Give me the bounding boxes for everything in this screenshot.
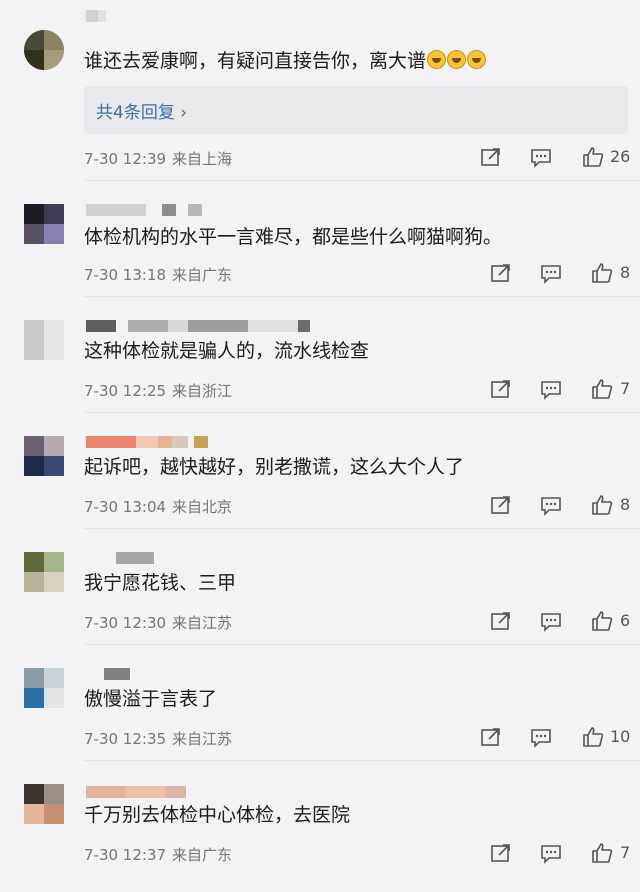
comment-date: 7-30 12:35 — [84, 730, 167, 748]
comment-location: 来自广东 — [172, 266, 233, 284]
share-icon[interactable] — [480, 726, 502, 748]
thumbs-up-icon[interactable] — [591, 610, 613, 632]
share-icon[interactable] — [490, 378, 512, 400]
comment-item: 我宁愿花钱、三甲 7-30 12:30 来自江苏 6 — [0, 528, 640, 645]
comment-meta: 7-30 12:39 来自上海 — [84, 148, 232, 169]
avatar[interactable] — [24, 668, 64, 708]
thumbs-up-icon[interactable] — [591, 378, 613, 400]
comment-meta: 7-30 12:37 来自广东 — [84, 844, 232, 865]
comment-location: 来自江苏 — [172, 730, 233, 748]
comment-date: 7-30 13:04 — [84, 498, 167, 516]
comment-meta: 7-30 12:35 来自江苏 — [84, 728, 232, 749]
comment-text-row: 谁还去爱康啊，有疑问直接告你，离大谱 — [84, 48, 487, 74]
like-count: 7 — [620, 843, 631, 862]
comment-icon[interactable] — [530, 726, 552, 748]
comment-item: 这种体检就是骗人的，流水线检查 7-30 12:25 来自浙江 7 — [0, 296, 640, 413]
laugh-cry-emoji — [447, 50, 467, 69]
avatar[interactable] — [24, 436, 64, 476]
username-blurred[interactable] — [86, 786, 186, 798]
comment-meta: 7-30 12:25 来自浙江 — [84, 380, 232, 401]
username-blurred[interactable] — [86, 204, 202, 216]
thumbs-up-icon[interactable] — [582, 726, 604, 748]
like-count: 26 — [610, 147, 631, 166]
comment-icon[interactable] — [540, 378, 562, 400]
thumbs-up-icon[interactable] — [591, 494, 613, 516]
username-blurred[interactable] — [86, 10, 106, 22]
comment-item: 千万别去体检中心体检，去医院 7-30 12:37 来自广东 7 — [0, 760, 640, 892]
comment-date: 7-30 12:37 — [84, 846, 167, 864]
avatar[interactable] — [24, 784, 64, 824]
thumbs-up-icon[interactable] — [591, 842, 613, 864]
share-icon[interactable] — [490, 842, 512, 864]
comment-text: 这种体检就是骗人的，流水线检查 — [84, 340, 370, 362]
laugh-cry-emoji — [467, 50, 487, 69]
username-blurred[interactable] — [116, 552, 154, 564]
comment-text: 我宁愿花钱、三甲 — [84, 572, 237, 594]
comment-meta: 7-30 13:18 来自广东 — [84, 264, 232, 285]
comment-item: 起诉吧，越快越好，别老撒谎，这么大个人了 7-30 13:04 来自北京 8 — [0, 412, 640, 529]
comment-icon[interactable] — [540, 610, 562, 632]
comment-icon[interactable] — [530, 146, 552, 168]
comment-location: 来自北京 — [172, 498, 233, 516]
comment-location: 来自上海 — [172, 150, 233, 168]
comment-item: 谁还去爱康啊，有疑问直接告你，离大谱 共4条回复 › 7-30 12:39 来自上… — [0, 0, 640, 181]
thumbs-up-icon[interactable] — [582, 146, 604, 168]
comment-date: 7-30 12:30 — [84, 614, 167, 632]
comment-meta: 7-30 13:04 来自北京 — [84, 496, 232, 517]
comment-location: 来自浙江 — [172, 382, 233, 400]
share-icon[interactable] — [480, 146, 502, 168]
comment-text: 起诉吧，越快越好，别老撒谎，这么大个人了 — [84, 456, 465, 478]
like-count: 8 — [620, 495, 631, 514]
laugh-cry-emoji — [427, 50, 447, 69]
comment-icon[interactable] — [540, 494, 562, 516]
comment-date: 7-30 12:39 — [84, 150, 167, 168]
avatar[interactable] — [24, 552, 64, 592]
comment-date: 7-30 12:25 — [84, 382, 167, 400]
comment-location: 来自广东 — [172, 846, 233, 864]
comment-icon[interactable] — [540, 262, 562, 284]
username-blurred[interactable] — [86, 320, 310, 332]
username-blurred[interactable] — [104, 668, 130, 680]
comment-text: 谁还去爱康啊，有疑问直接告你，离大谱 — [84, 50, 427, 72]
share-icon[interactable] — [490, 262, 512, 284]
comment-text: 千万别去体检中心体检，去医院 — [84, 804, 351, 826]
replies-link[interactable]: 共4条回复 › — [96, 98, 187, 123]
comment-item: 傲慢溢于言表了 7-30 12:35 来自江苏 10 — [0, 644, 640, 761]
comment-item: 体检机构的水平一言难尽，都是些什么啊猫啊狗。 7-30 13:18 来自广东 8 — [0, 180, 640, 297]
comment-location: 来自江苏 — [172, 614, 233, 632]
like-count: 10 — [610, 727, 631, 746]
comment-text: 体检机构的水平一言难尽，都是些什么啊猫啊狗。 — [84, 226, 503, 248]
avatar[interactable] — [24, 204, 64, 244]
share-icon[interactable] — [490, 494, 512, 516]
replies-box[interactable]: 共4条回复 › — [84, 86, 628, 134]
comment-meta: 7-30 12:30 来自江苏 — [84, 612, 232, 633]
like-count: 6 — [620, 611, 631, 630]
comment-text: 傲慢溢于言表了 — [84, 688, 218, 710]
avatar[interactable] — [24, 30, 64, 70]
share-icon[interactable] — [490, 610, 512, 632]
like-count: 8 — [620, 263, 631, 282]
like-count: 7 — [620, 379, 631, 398]
avatar[interactable] — [24, 320, 64, 360]
comment-date: 7-30 13:18 — [84, 266, 167, 284]
thumbs-up-icon[interactable] — [591, 262, 613, 284]
chevron-right-icon: › — [180, 103, 188, 123]
comment-icon[interactable] — [540, 842, 562, 864]
username-blurred[interactable] — [86, 436, 208, 448]
